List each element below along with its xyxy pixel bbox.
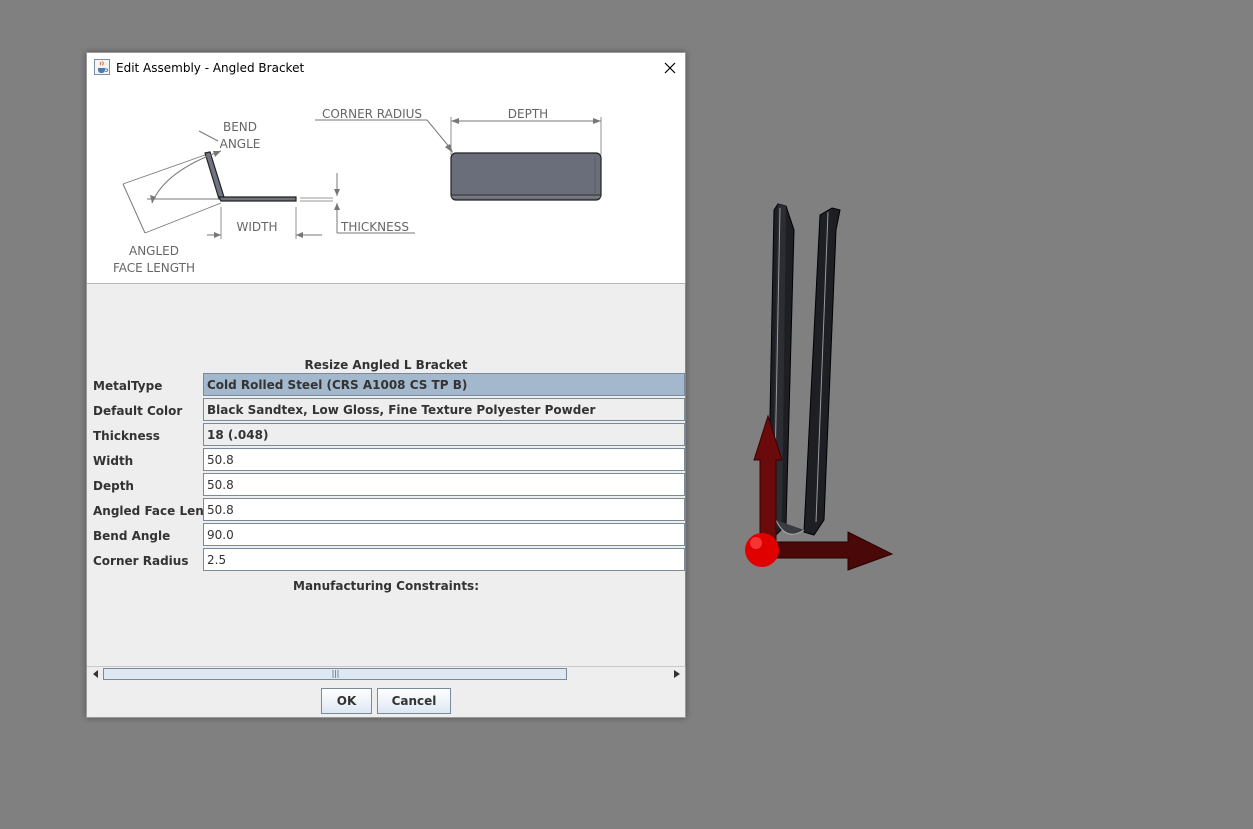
- angled-face-length-input[interactable]: 50.8: [203, 498, 685, 521]
- bracket-diagram: BEND ANGLE CORNER RADIUS DEPTH WIDTH THI…: [87, 83, 685, 284]
- label-depth: DEPTH: [508, 107, 548, 121]
- corner-radius-input[interactable]: 2.5: [203, 548, 685, 571]
- label-width: Width: [93, 454, 134, 468]
- cancel-button[interactable]: Cancel: [377, 688, 451, 714]
- close-button[interactable]: [655, 53, 685, 83]
- metal-type-combo[interactable]: Cold Rolled Steel (CRS A1008 CS TP B): [203, 373, 685, 396]
- bracket-base-face: [218, 196, 297, 202]
- bend-angle-input[interactable]: 90.0: [203, 523, 685, 546]
- row-corner-radius: Corner Radius 2.5: [87, 548, 685, 573]
- bracket-bend: [775, 519, 805, 535]
- row-bend-angle: Bend Angle 90.0: [87, 523, 685, 548]
- label-corner-radius: Corner Radius: [93, 554, 189, 568]
- dimension-diagram-svg: BEND ANGLE CORNER RADIUS DEPTH WIDTH THI…: [113, 107, 602, 275]
- row-thickness: Thickness 18 (.048): [87, 423, 685, 448]
- scroll-left-button[interactable]: [88, 667, 103, 681]
- label-default-color: Default Color: [93, 404, 183, 418]
- properties-panel: Resize Angled L Bracket MetalType Cold R…: [87, 284, 686, 681]
- horizontal-scrollbar[interactable]: [87, 666, 685, 681]
- origin-handle[interactable]: [745, 533, 779, 567]
- title-bar[interactable]: Edit Assembly - Angled Bracket: [87, 53, 685, 83]
- label-angled-line1: ANGLED: [129, 244, 179, 258]
- default-color-combo[interactable]: Black Sandtex, Low Gloss, Fine Texture P…: [203, 398, 685, 421]
- thickness-combo[interactable]: 18 (.048): [203, 423, 685, 446]
- row-metal-type: MetalType Cold Rolled Steel (CRS A1008 C…: [87, 373, 685, 398]
- row-angled-face-length: Angled Face Length 50.8: [87, 498, 685, 523]
- width-input[interactable]: 50.8: [203, 448, 685, 471]
- row-depth: Depth 50.8: [87, 473, 685, 498]
- edit-assembly-dialog: Edit Assembly - Angled Bracket BEND ANGL…: [86, 52, 686, 718]
- ok-button[interactable]: OK: [321, 688, 372, 714]
- label-thickness: Thickness: [93, 429, 160, 443]
- label-bend-angle: Bend Angle: [93, 529, 171, 543]
- label-angled-line2: FACE LENGTH: [113, 261, 195, 275]
- row-width: Width 50.8: [87, 448, 685, 473]
- label-bend-line1: BEND: [223, 120, 257, 134]
- label-thickness: THICKNESS: [340, 220, 409, 234]
- label-width: WIDTH: [237, 220, 278, 234]
- row-default-color: Default Color Black Sandtex, Low Gloss, …: [87, 398, 685, 423]
- bracket-front-view: [450, 152, 602, 201]
- arrow-left-icon: [92, 670, 98, 678]
- bracket-angled-face: [204, 151, 225, 200]
- label-metal-type: MetalType: [93, 379, 163, 393]
- window-title: Edit Assembly - Angled Bracket: [116, 61, 305, 75]
- depth-input[interactable]: 50.8: [203, 473, 685, 496]
- x-axis-arrow[interactable]: [759, 531, 894, 571]
- java-cup-icon: [94, 59, 110, 75]
- close-icon: [664, 62, 676, 74]
- label-corner-radius: CORNER RADIUS: [322, 107, 422, 121]
- label-depth: Depth: [93, 479, 134, 493]
- section-title-resize: Resize Angled L Bracket: [304, 358, 468, 372]
- 3d-viewport[interactable]: [720, 190, 920, 590]
- scroll-right-button[interactable]: [669, 667, 684, 681]
- scroll-thumb[interactable]: [103, 668, 567, 680]
- section-title-constraints: Manufacturing Constraints:: [293, 579, 479, 593]
- grip-icon: [332, 670, 338, 678]
- arrow-right-icon: [673, 670, 680, 678]
- label-bend-line2: ANGLE: [220, 137, 261, 151]
